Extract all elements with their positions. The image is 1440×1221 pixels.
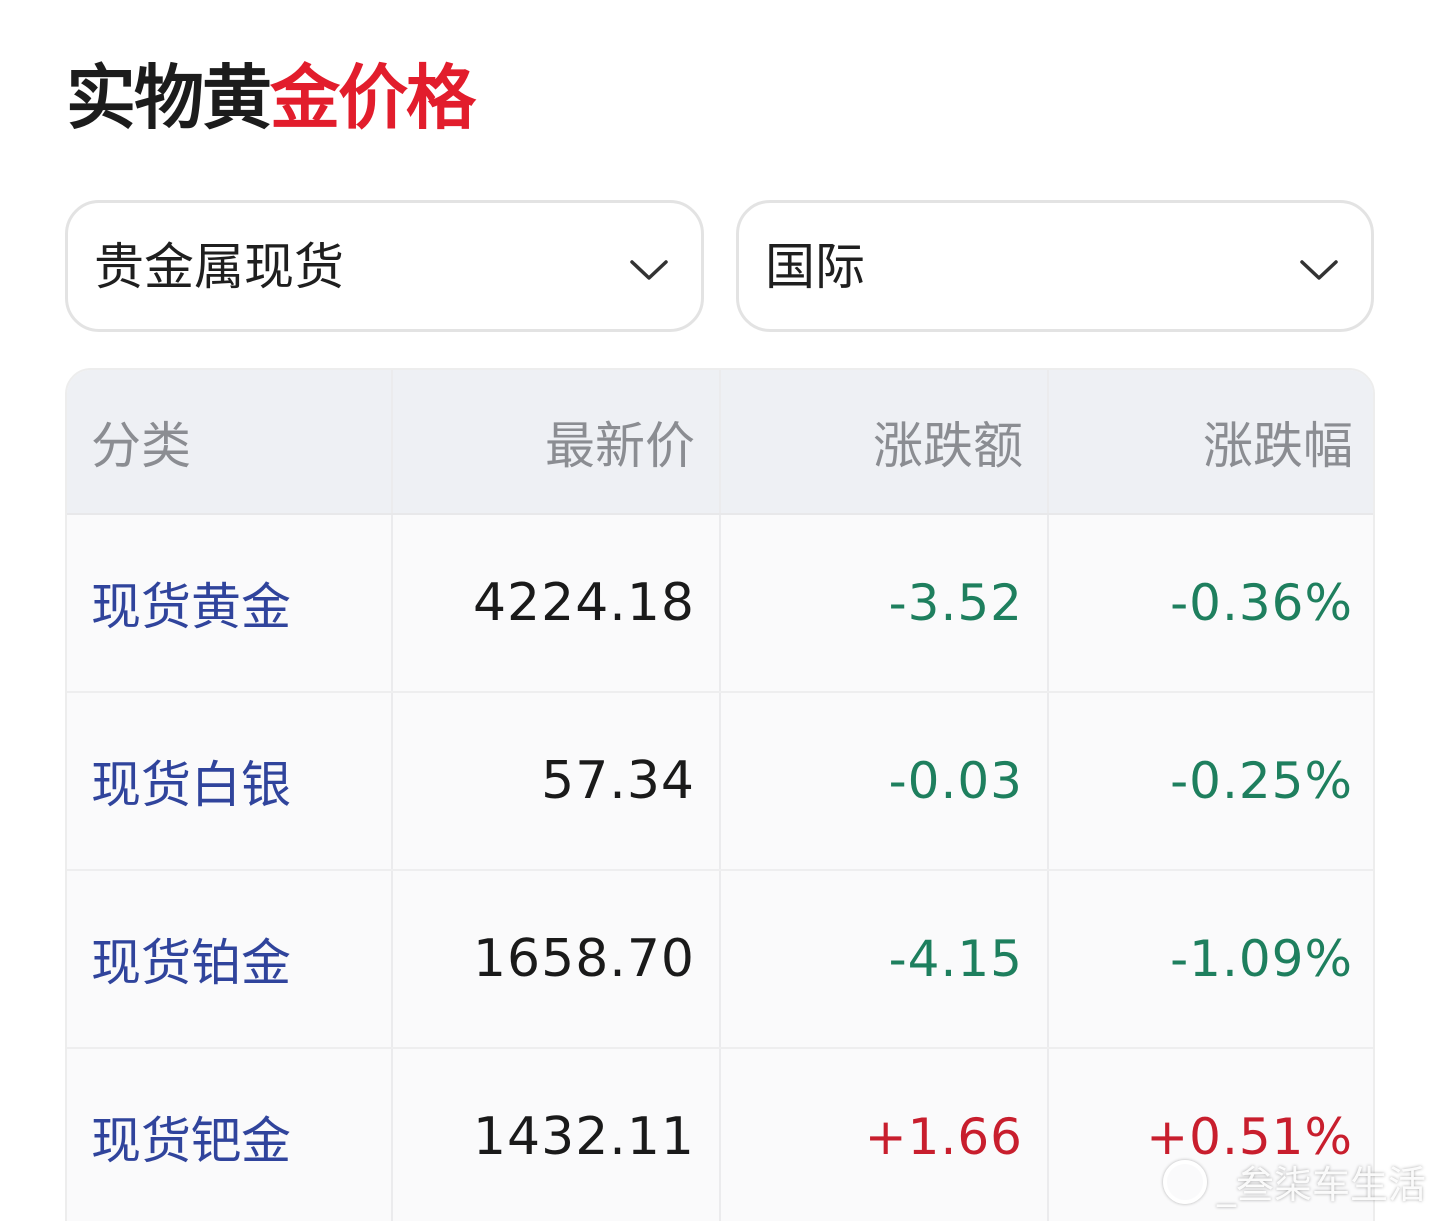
row-price: 4224.18 (472, 573, 695, 633)
watermark-logo-icon (1162, 1159, 1207, 1204)
table-row[interactable]: 现货黄金 4224.18 -3.52 -0.36% (67, 515, 1373, 693)
row-change-pct: -0.25% (1170, 752, 1353, 810)
table-row[interactable]: 现货白银 57.34 -0.03 -0.25% (67, 693, 1373, 871)
market-dropdown-value: 国际 (765, 238, 865, 296)
row-change-pct: -0.36% (1170, 574, 1353, 632)
row-change: +1.66 (864, 1108, 1023, 1166)
row-price: 57.34 (541, 751, 695, 811)
row-change-pct: -1.09% (1170, 930, 1353, 988)
page-title: 实物黄金价格 (66, 52, 476, 144)
table-header: 分类 最新价 涨跌额 涨跌幅 (67, 370, 1373, 515)
market-dropdown[interactable]: 国际 (736, 200, 1374, 332)
title-part-dark: 实物黄 (66, 57, 272, 139)
header-cell-change: 涨跌额 (721, 370, 1049, 513)
header-cell-change-pct: 涨跌幅 (1203, 416, 1353, 475)
row-change: -0.03 (888, 752, 1023, 810)
watermark: _叁柒车生活 (1162, 1154, 1426, 1209)
watermark-text: _叁柒车生活 (1216, 1163, 1426, 1207)
price-table: 分类 最新价 涨跌额 涨跌幅 现货黄金 4224.18 -3.52 -0.36%… (65, 368, 1375, 1221)
row-name[interactable]: 现货白银 (91, 745, 291, 817)
gold-price-page: 实物黄金价格 贵金属现货 国际 分类 最新价 涨跌额 涨跌幅 现货黄金 4224… (0, 0, 1440, 1221)
row-change: -3.52 (888, 574, 1023, 632)
header-cell-category: 分类 (67, 370, 393, 513)
title-part-red: 金价格 (270, 57, 476, 139)
row-change: -4.15 (888, 930, 1023, 988)
row-price: 1658.70 (472, 929, 695, 989)
row-name[interactable]: 现货黄金 (91, 567, 291, 639)
header-cell-latest-price: 最新价 (393, 370, 721, 513)
chevron-down-icon (630, 260, 668, 280)
category-dropdown-value: 贵金属现货 (94, 238, 344, 296)
category-dropdown[interactable]: 贵金属现货 (65, 200, 704, 332)
chevron-down-icon (1300, 260, 1338, 280)
table-row[interactable]: 现货铂金 1658.70 -4.15 -1.09% (67, 871, 1373, 1049)
row-name[interactable]: 现货铂金 (91, 923, 291, 995)
row-name[interactable]: 现货钯金 (91, 1101, 291, 1173)
row-price: 1432.11 (472, 1107, 695, 1167)
